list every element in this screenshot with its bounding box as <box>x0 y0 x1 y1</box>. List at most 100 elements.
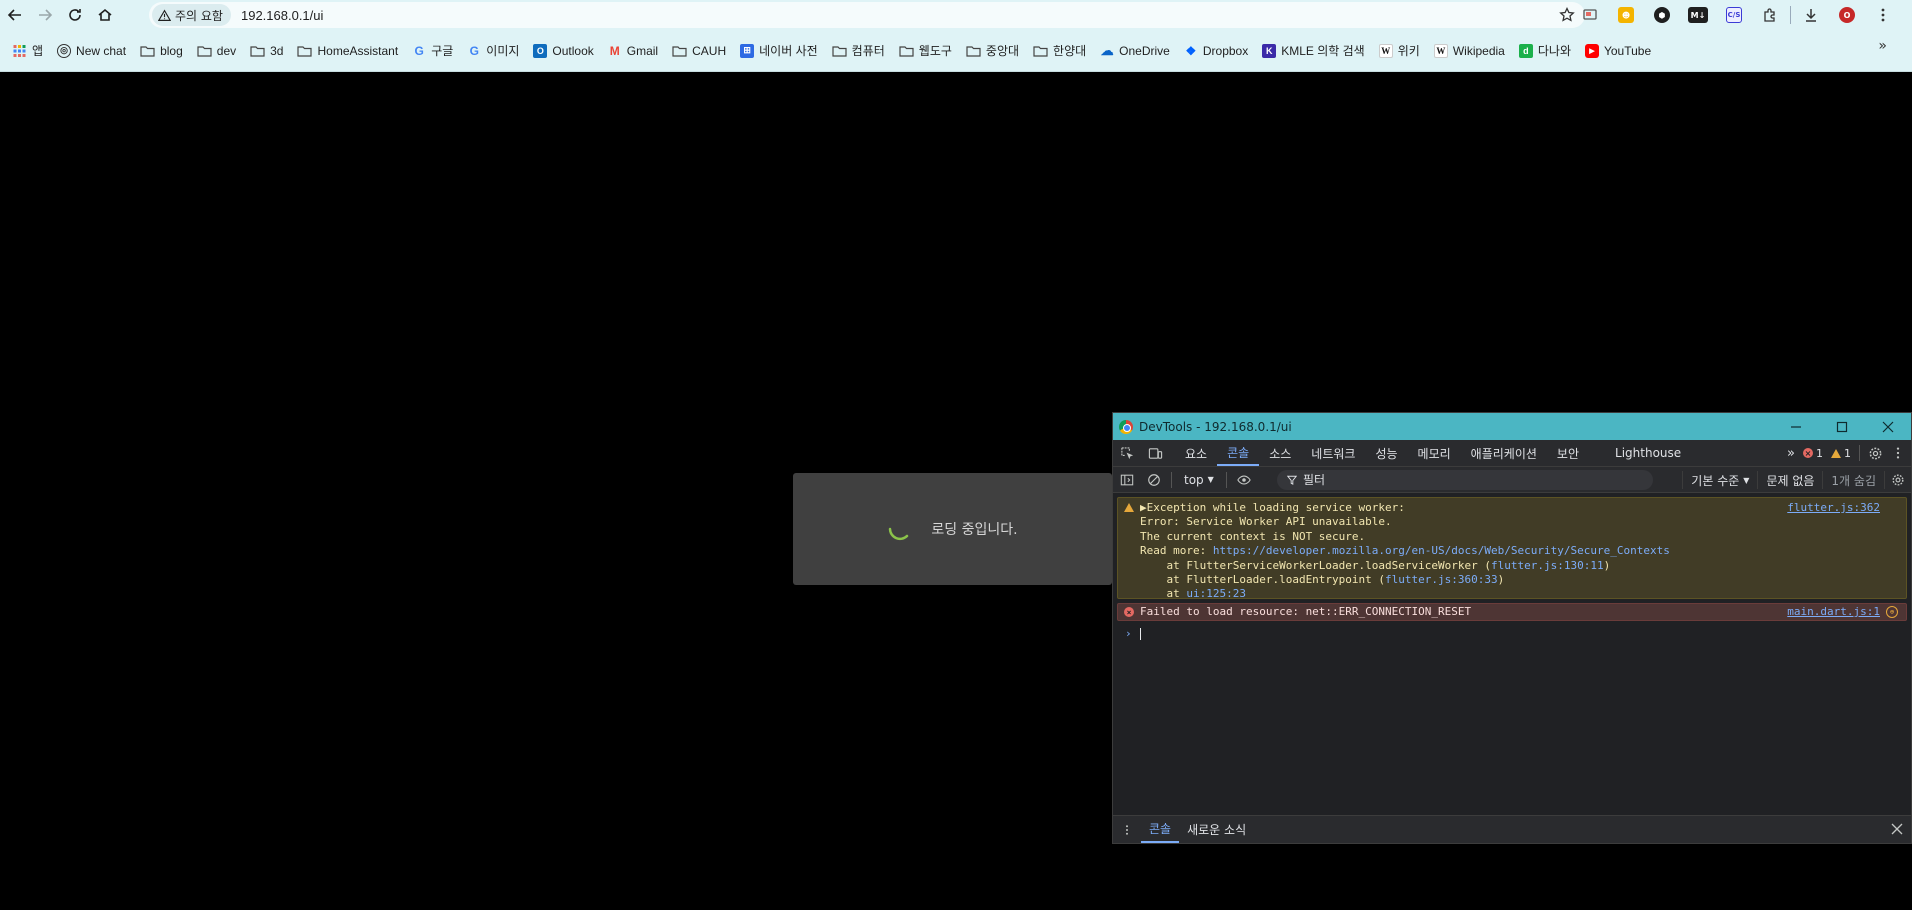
extension-yellow[interactable]: ☻ <box>1608 0 1644 30</box>
bookmark-item[interactable]: O Outlook <box>526 38 600 64</box>
issues-button[interactable]: 문제 없음 <box>1757 471 1822 489</box>
filter-input[interactable] <box>1303 473 1623 487</box>
drawer-tab-whats-new[interactable]: 새로운 소식 <box>1179 816 1254 843</box>
warning-badge[interactable]: 1 <box>1831 447 1851 460</box>
filter-funnel-icon <box>1287 475 1297 485</box>
clear-console-button[interactable] <box>1140 467 1167 493</box>
address-bar[interactable]: 주의 요함 192.168.0.1/ui <box>149 2 1585 28</box>
devtools-tab[interactable]: 콘솔 <box>1217 440 1260 466</box>
expand-caret-icon[interactable]: ▶ <box>1140 501 1147 514</box>
bookmark-item[interactable]: d 다나와 <box>1512 38 1578 64</box>
bookmark-item[interactable]: 중앙대 <box>959 38 1026 64</box>
live-expression-button[interactable] <box>1231 467 1258 493</box>
stack-frame-link[interactable]: flutter.js:130:11 <box>1491 559 1604 572</box>
cast-button[interactable] <box>1572 0 1608 30</box>
eye-icon <box>1237 475 1252 484</box>
console-prompt[interactable]: › <box>1125 627 1911 640</box>
extension-markdown[interactable]: M↓ <box>1680 0 1716 30</box>
bookmark-item[interactable]: ▶ YouTube <box>1578 38 1658 64</box>
bookmark-item[interactable]: HomeAssistant <box>290 38 405 64</box>
yellow-extension-icon: ☻ <box>1618 7 1634 23</box>
bookmark-label: Outlook <box>552 43 594 58</box>
close-window-button[interactable] <box>1865 413 1911 440</box>
inspect-element-button[interactable] <box>1113 440 1141 466</box>
devtools-tab[interactable]: 성능 <box>1365 440 1407 466</box>
console-filter[interactable] <box>1277 470 1653 490</box>
security-chip[interactable]: 주의 요함 <box>152 4 231 26</box>
maximize-button[interactable] <box>1819 413 1865 440</box>
bookmark-item[interactable]: W Wikipedia <box>1427 38 1512 64</box>
sidebar-toggle-button[interactable] <box>1113 467 1140 493</box>
bookmark-item[interactable]: blog <box>133 38 190 64</box>
bookmark-item[interactable]: ⊞ 네이버 사전 <box>733 38 825 64</box>
minimize-icon <box>1791 425 1801 428</box>
drawer-tab-console[interactable]: 콘솔 <box>1141 816 1180 843</box>
devtools-tab[interactable]: 보안 <box>1547 440 1589 466</box>
bookmark-item[interactable]: dev <box>190 38 243 64</box>
bookmark-item[interactable]: ❖ Dropbox <box>1177 38 1255 64</box>
bookmark-item[interactable]: 앱 <box>5 38 50 64</box>
profile-button[interactable]: O <box>1829 0 1865 30</box>
bookmark-item[interactable]: W 위키 <box>1372 38 1427 64</box>
console-settings-button[interactable] <box>1884 471 1911 489</box>
minimize-button[interactable] <box>1773 413 1819 440</box>
bookmark-item[interactable]: ◎ New chat <box>50 38 133 64</box>
devtools-tab[interactable]: 네트워크 <box>1301 440 1365 466</box>
bookmark-item[interactable]: K KMLE 의학 검색 <box>1255 38 1372 64</box>
bookmark-item[interactable]: ☁ OneDrive <box>1093 38 1177 64</box>
home-button[interactable] <box>90 0 120 30</box>
downloads-button[interactable] <box>1793 0 1829 30</box>
folder-icon <box>672 44 687 58</box>
devtools-titlebar: DevTools - 192.168.0.1/ui <box>1113 413 1911 440</box>
bookmark-item[interactable]: 컴퓨터 <box>825 38 892 64</box>
reload-icon <box>69 9 81 21</box>
stack-frame-text: ) <box>1603 558 1611 572</box>
extensions-button[interactable] <box>1752 0 1788 30</box>
stack-frame-link[interactable]: ui:125:23 <box>1186 587 1246 600</box>
error-source-link[interactable]: main.dart.js:1 <box>1787 605 1880 618</box>
devtools-tab[interactable]: 소스 <box>1259 440 1301 466</box>
bookmark-item[interactable]: G 구글 <box>405 38 460 64</box>
bookmark-item[interactable]: 3d <box>243 38 290 64</box>
error-icon: × <box>1124 607 1134 617</box>
more-tabs-icon[interactable]: » <box>1787 446 1795 461</box>
error-badge[interactable]: × 1 <box>1803 447 1823 460</box>
stack-frame-link[interactable]: flutter.js:360:33 <box>1385 573 1498 586</box>
bookmark-label: 3d <box>270 43 284 58</box>
maximize-icon <box>1836 421 1848 432</box>
reload-button[interactable] <box>60 0 90 30</box>
back-button[interactable] <box>0 0 30 30</box>
error-text: Failed to load resource: net::ERR_CONNEC… <box>1140 605 1472 618</box>
mdn-link[interactable]: https://developer.mozilla.org/en-US/docs… <box>1213 544 1670 557</box>
url-text[interactable]: 192.168.0.1/ui <box>241 8 323 23</box>
devtools-tab[interactable]: 요소 <box>1175 440 1217 466</box>
settings-gear-icon[interactable] <box>1868 446 1883 461</box>
bookmark-item[interactable]: 웹도구 <box>892 38 959 64</box>
devtools-tab[interactable]: 애플리케이션 <box>1461 440 1547 466</box>
bookmark-item[interactable]: M Gmail <box>601 38 665 64</box>
warning-triangle-icon <box>1124 503 1134 512</box>
hidden-count: 1개 숨김 <box>1822 471 1884 489</box>
browser-menu-button[interactable] <box>1865 0 1901 30</box>
device-toolbar-button[interactable] <box>1141 440 1169 466</box>
more-bookmarks-icon[interactable]: » <box>1878 38 1887 54</box>
extension-hex[interactable]: ⬢ <box>1644 0 1680 30</box>
context-selector[interactable]: top ▼ <box>1176 473 1222 487</box>
devtools-drawer: 콘솔 새로운 소식 <box>1113 815 1911 843</box>
devtools-menu-kebab-icon[interactable] <box>1891 446 1905 460</box>
forward-button[interactable] <box>30 0 60 30</box>
console-warning-message[interactable]: flutter.js:362 ▶Exception while loading … <box>1117 497 1907 600</box>
devtools-tab[interactable]: 메모리 <box>1408 440 1461 466</box>
devtools-tab[interactable]: Lighthouse <box>1605 440 1691 466</box>
network-globe-icon[interactable]: ⊕ <box>1886 606 1898 618</box>
warning-source-link[interactable]: flutter.js:362 <box>1787 501 1880 514</box>
drawer-close-icon[interactable] <box>1891 823 1903 835</box>
log-level-dropdown[interactable]: 기본 수준 ▼ <box>1682 471 1757 489</box>
kmle-icon: K <box>1262 43 1277 58</box>
drawer-menu-button[interactable] <box>1113 824 1141 836</box>
console-error-message[interactable]: × main.dart.js:1 ⊕ Failed to load resour… <box>1117 603 1907 621</box>
extension-css[interactable]: C/S <box>1716 0 1752 30</box>
bookmark-item[interactable]: CAUH <box>665 38 733 64</box>
bookmark-item[interactable]: 한양대 <box>1026 38 1093 64</box>
bookmark-item[interactable]: G 이미지 <box>460 38 526 64</box>
